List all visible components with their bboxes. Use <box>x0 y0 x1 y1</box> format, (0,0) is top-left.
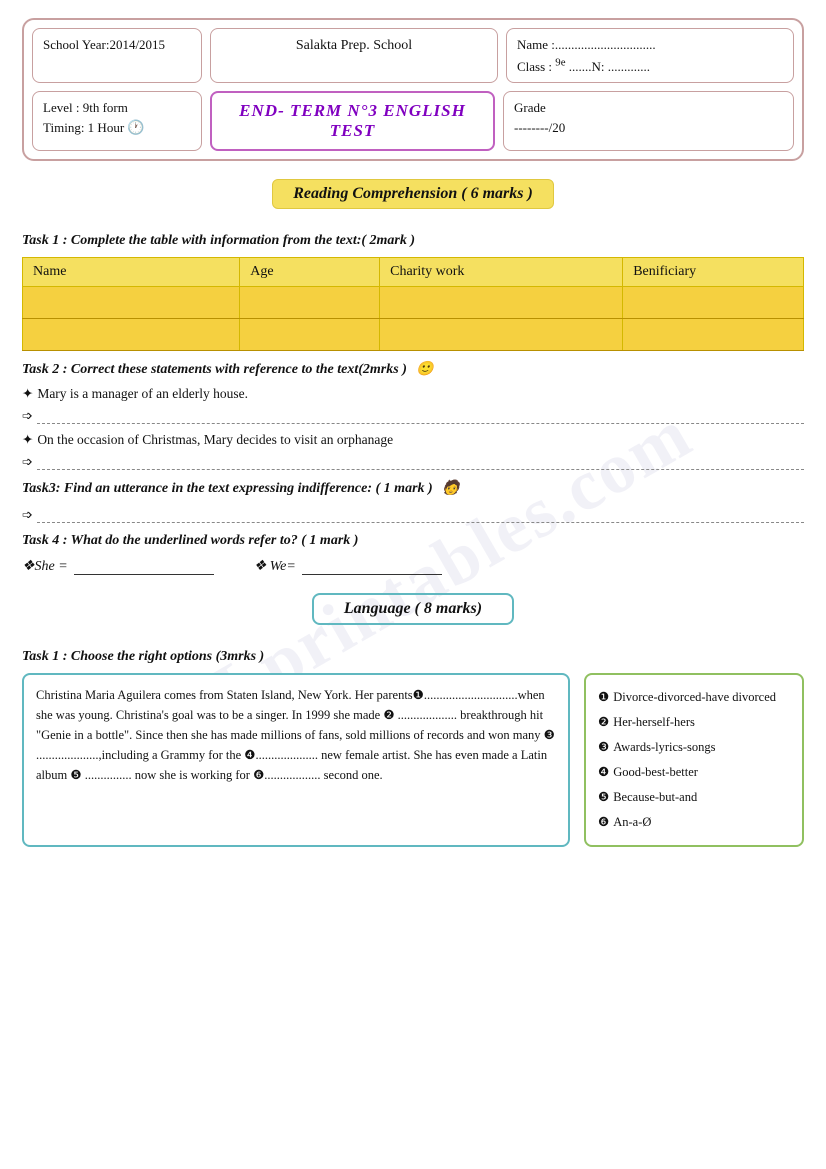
name-box: Name :............................... Cl… <box>506 28 794 83</box>
option-text-2: Her-herself-hers <box>613 710 695 735</box>
grade-label: Grade <box>514 98 783 118</box>
option-num-1: ❶ <box>598 685 609 710</box>
option-text-6: An-a-Ø <box>613 810 651 835</box>
task3-answer: ➩ <box>22 505 804 523</box>
col-charity: Charity work <box>380 258 623 287</box>
option-num-6: ❻ <box>598 810 609 835</box>
school-name-box: Salakta Prep. School <box>210 28 498 83</box>
task3-heading: Task3: Find an utterance in the text exp… <box>22 480 804 497</box>
task2-statement1: ✦ Mary is a manager of an elderly house. <box>22 386 804 402</box>
exam-title: END- TERM N°3 ENGLISH TEST <box>210 91 495 151</box>
arrow-icon3: ➩ <box>22 507 33 523</box>
grade-value: --------/20 <box>514 118 783 138</box>
option-num-4: ❹ <box>598 760 609 785</box>
col-name: Name <box>23 258 240 287</box>
task2-statement2: ✦ On the occasion of Christmas, Mary dec… <box>22 432 804 448</box>
option-1: ❶ Divorce-divorced-have divorced <box>598 685 790 710</box>
passage-text: Christina Maria Aguilera comes from Stat… <box>36 688 555 782</box>
reading-section-title: Reading Comprehension ( 6 marks ) <box>272 179 554 209</box>
task2-answer1: ➩ <box>22 406 804 424</box>
name-dots: ............................... <box>555 37 656 52</box>
option-2: ❷ Her-herself-hers <box>598 710 790 735</box>
option-num-3: ❸ <box>598 735 609 760</box>
school-year-box: School Year:2014/2015 <box>32 28 202 83</box>
option-4: ❹ Good-best-better <box>598 760 790 785</box>
option-text-4: Good-best-better <box>613 760 698 785</box>
option-text-3: Awards-lyrics-songs <box>613 735 715 760</box>
level-box: Level : 9th form Timing: 1 Hour 🕐 <box>32 91 202 151</box>
header-section: School Year:2014/2015 Salakta Prep. Scho… <box>22 18 804 161</box>
grade-box: Grade --------/20 <box>503 91 794 151</box>
option-num-2: ❷ <box>598 710 609 735</box>
option-5: ❺ Because-but-and <box>598 785 790 810</box>
school-year-label: School Year:2014/2015 <box>43 37 165 52</box>
options-box: ❶ Divorce-divorced-have divorced ❷ Her-h… <box>584 673 804 847</box>
class-label: Class : 9e .......N: ............. <box>517 59 650 74</box>
col-beneficiary: Benificiary <box>623 258 804 287</box>
lang-task1-heading: Task 1 : Choose the right options (3mrks… <box>22 649 804 665</box>
passage-box: Christina Maria Aguilera comes from Stat… <box>22 673 570 847</box>
table-row: -------------------- ----------- -------… <box>23 287 804 319</box>
language-section-title: Language ( 8 marks) <box>312 593 514 625</box>
task4-row: ❖She = ❖ We= <box>22 557 804 575</box>
lang-task1-row: Christina Maria Aguilera comes from Stat… <box>22 673 804 847</box>
name-label: Name : <box>517 37 555 52</box>
star-icon1: ✦ <box>22 386 33 402</box>
task4-she-label: ❖She = <box>22 558 68 575</box>
task4-we-label: ❖ We= <box>254 558 296 575</box>
school-name: Salakta Prep. School <box>296 38 412 53</box>
option-6: ❻ An-a-Ø <box>598 810 790 835</box>
option-text-5: Because-but-and <box>613 785 697 810</box>
arrow-icon1: ➩ <box>22 408 33 424</box>
language-section: Language ( 8 marks) Task 1 : Choose the … <box>22 593 804 847</box>
task1-heading: Task 1 : Complete the table with informa… <box>22 233 804 249</box>
col-age: Age <box>240 258 380 287</box>
info-table: Name Age Charity work Benificiary ------… <box>22 257 804 351</box>
table-row: -------------------- ----------- -------… <box>23 319 804 351</box>
task4-heading: Task 4 : What do the underlined words re… <box>22 533 804 549</box>
arrow-icon2: ➩ <box>22 454 33 470</box>
star-icon2: ✦ <box>22 432 33 448</box>
option-3: ❸ Awards-lyrics-songs <box>598 735 790 760</box>
task2-answer2: ➩ <box>22 452 804 470</box>
task2-heading: Task 2 : Correct these statements with r… <box>22 361 804 378</box>
timing-label: Timing: 1 Hour 🕐 <box>43 118 191 139</box>
task4-she: ❖She = <box>22 557 214 575</box>
task4-we: ❖ We= <box>254 557 442 575</box>
reading-section: Reading Comprehension ( 6 marks ) Task 1… <box>22 179 804 575</box>
option-text-1: Divorce-divorced-have divorced <box>613 685 776 710</box>
level-label: Level : 9th form <box>43 98 191 118</box>
option-num-5: ❺ <box>598 785 609 810</box>
